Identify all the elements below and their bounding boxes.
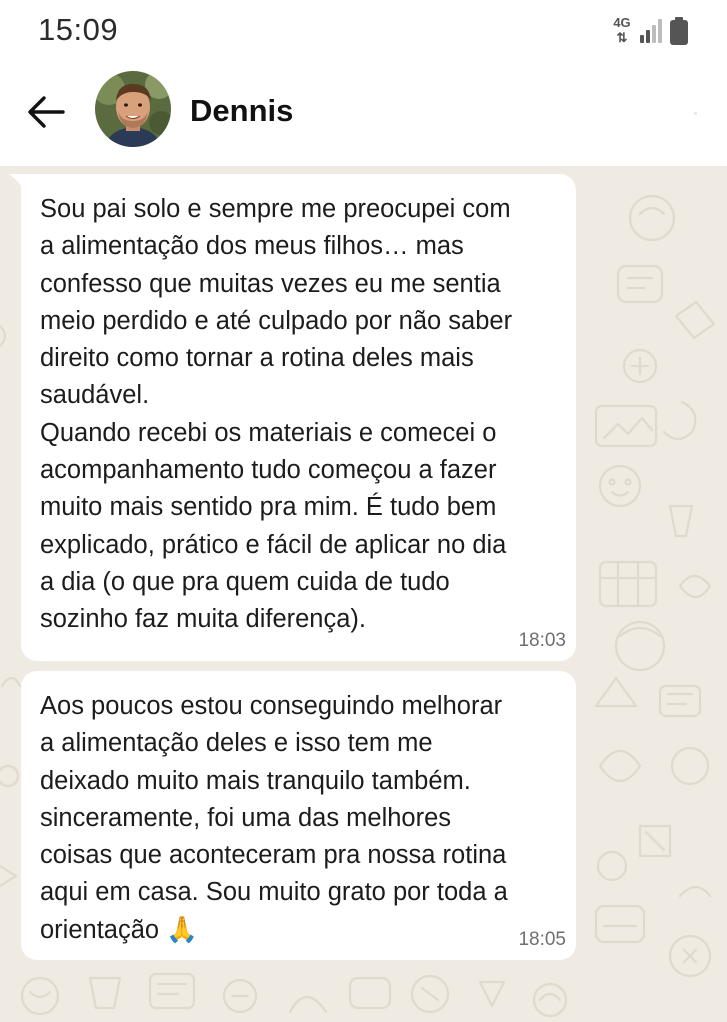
message-timestamp: 18:03 [518, 630, 566, 651]
chat-area[interactable]: Sou pai solo e sempre me preocupei com a… [0, 166, 727, 1022]
message-bubble[interactable]: Aos poucos estou conseguindo melhorar a … [21, 671, 576, 960]
contact-avatar[interactable] [95, 71, 171, 147]
message-timestamp: 18:05 [518, 929, 566, 950]
signal-bars-icon [640, 19, 662, 43]
message-bubble[interactable]: Sou pai solo e sempre me preocupei com a… [9, 174, 576, 661]
bubble-tail [9, 174, 23, 188]
network-label: 4G [613, 15, 631, 30]
status-bar: 15:09 4G ⇅ [0, 0, 727, 62]
status-icons: 4G ⇅ [611, 14, 689, 48]
data-arrows-icon: ⇅ [616, 30, 628, 45]
message-text: Aos poucos estou conseguindo melhorar a … [40, 692, 508, 944]
chat-header: Dennis [0, 62, 727, 166]
contact-name[interactable]: Dennis [190, 93, 293, 129]
network-4g-icon: 4G ⇅ [611, 16, 633, 46]
message-text: Sou pai solo e sempre me preocupei com a… [40, 195, 513, 634]
status-time: 15:09 [38, 12, 119, 47]
battery-icon [670, 17, 688, 45]
arrow-left-icon [28, 96, 65, 128]
avatar-photo [95, 71, 171, 147]
back-button[interactable] [24, 90, 68, 134]
header-dot [694, 112, 697, 115]
